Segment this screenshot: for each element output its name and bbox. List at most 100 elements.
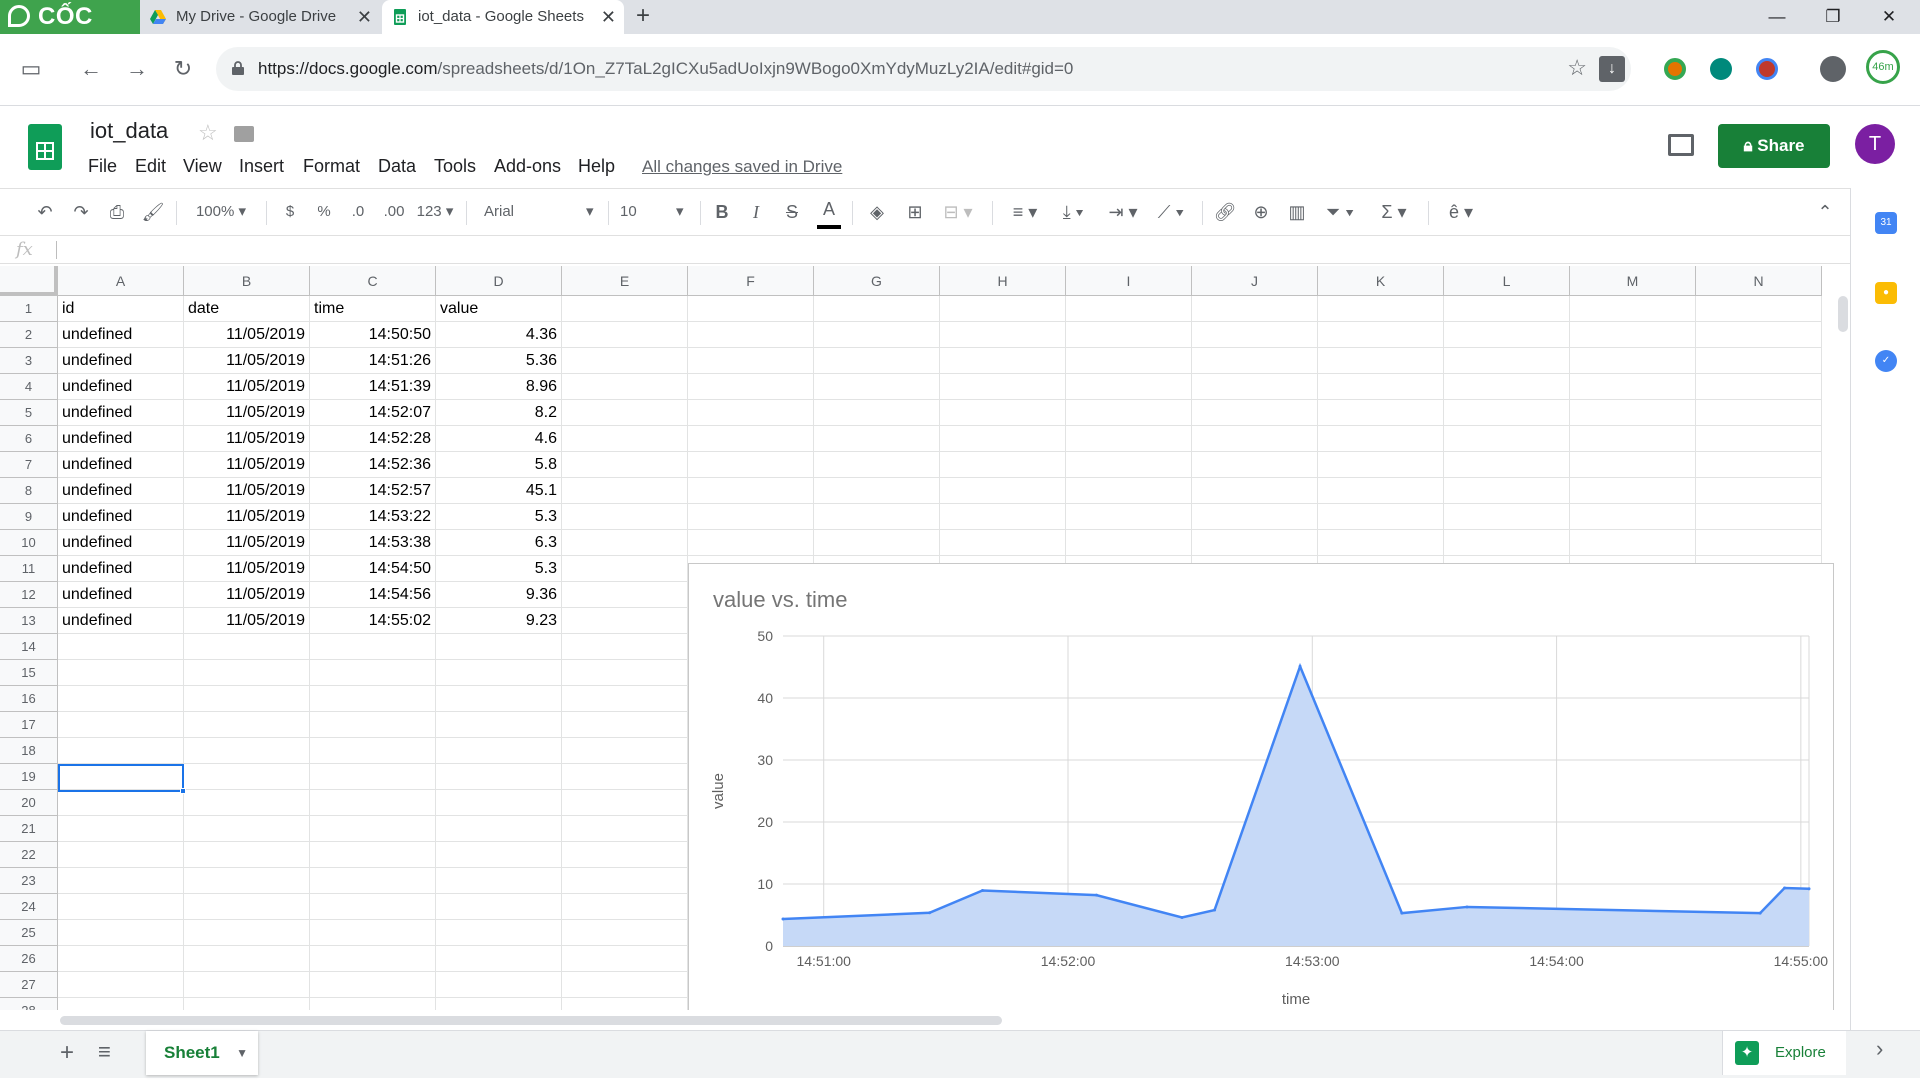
data-cell[interactable]: 8.2 (436, 400, 561, 426)
header-cell[interactable]: id (58, 296, 183, 322)
currency-format-button[interactable]: $ (278, 189, 302, 235)
font-family-select[interactable]: Arial ▾ (484, 189, 604, 235)
fill-color-icon[interactable]: ◈ (862, 189, 892, 235)
document-title[interactable]: iot_data (90, 118, 168, 144)
column-header-b[interactable]: B (184, 266, 310, 296)
data-cell[interactable]: 11/05/2019 (184, 504, 309, 530)
data-cell[interactable]: 11/05/2019 (184, 478, 309, 504)
tab-my-drive[interactable]: My Drive - Google Drive ✕ (140, 0, 380, 34)
input-tools-icon[interactable]: ê ▾ (1436, 189, 1486, 235)
sidebar-toggle-icon[interactable]: ▭ (16, 54, 46, 84)
data-cell[interactable]: undefined (58, 478, 183, 504)
menu-add-ons[interactable]: Add-ons (494, 156, 561, 177)
data-cell[interactable]: undefined (58, 348, 183, 374)
menu-file[interactable]: File (88, 156, 117, 177)
row-header[interactable]: 1 (0, 296, 58, 322)
column-header-j[interactable]: J (1192, 266, 1318, 296)
row-header[interactable]: 26 (0, 946, 58, 972)
data-cell[interactable]: undefined (58, 374, 183, 400)
redo-icon[interactable]: ↷ (66, 189, 96, 235)
row-header[interactable]: 12 (0, 582, 58, 608)
menu-data[interactable]: Data (378, 156, 416, 177)
new-tab-icon[interactable]: + (636, 0, 650, 32)
row-header[interactable]: 16 (0, 686, 58, 712)
data-cell[interactable]: 5.36 (436, 348, 561, 374)
column-header-m[interactable]: M (1570, 266, 1696, 296)
functions-icon[interactable]: Σ ▾ (1372, 189, 1416, 235)
borders-icon[interactable]: ⊞ (900, 189, 930, 235)
column-header-i[interactable]: I (1066, 266, 1192, 296)
menu-view[interactable]: View (183, 156, 222, 177)
row-header[interactable]: 18 (0, 738, 58, 764)
sheets-logo-icon[interactable] (28, 124, 62, 170)
extension-icon[interactable] (1664, 58, 1686, 80)
row-header[interactable]: 9 (0, 504, 58, 530)
data-cell[interactable]: 11/05/2019 (184, 452, 309, 478)
move-to-folder-icon[interactable] (234, 126, 254, 142)
vertical-align-icon[interactable]: ⤓ ▾ (1052, 189, 1094, 235)
row-header[interactable]: 8 (0, 478, 58, 504)
url-bar[interactable]: https://docs.google.com/spreadsheets/d/1… (216, 47, 1631, 91)
column-header-l[interactable]: L (1444, 266, 1570, 296)
row-header[interactable]: 24 (0, 894, 58, 920)
data-cell[interactable]: 4.6 (436, 426, 561, 452)
row-header[interactable]: 2 (0, 322, 58, 348)
row-header[interactable]: 14 (0, 634, 58, 660)
row-header[interactable]: 22 (0, 842, 58, 868)
insert-comment-icon[interactable]: ⊕ (1246, 189, 1276, 235)
strikethrough-icon[interactable]: S (780, 189, 804, 235)
menu-edit[interactable]: Edit (135, 156, 166, 177)
browser-brand-logo[interactable]: CỐC CỐC (0, 0, 140, 64)
timer-badge[interactable]: 46m (1866, 50, 1900, 84)
browser-profile-icon[interactable] (1820, 56, 1846, 82)
header-cell[interactable]: value (436, 296, 561, 322)
header-cell[interactable]: time (310, 296, 435, 322)
data-cell[interactable]: 14:53:22 (310, 504, 435, 530)
save-status-link[interactable]: All changes saved in Drive (642, 157, 842, 177)
fill-handle[interactable] (180, 788, 186, 794)
column-header-n[interactable]: N (1696, 266, 1822, 296)
forward-icon[interactable]: → (122, 54, 152, 84)
data-cell[interactable]: 11/05/2019 (184, 348, 309, 374)
data-cell[interactable]: 14:55:02 (310, 608, 435, 634)
data-cell[interactable]: 11/05/2019 (184, 608, 309, 634)
row-header[interactable]: 25 (0, 920, 58, 946)
data-cell[interactable]: 9.23 (436, 608, 561, 634)
data-cell[interactable]: 14:51:39 (310, 374, 435, 400)
calendar-icon[interactable]: 31 (1875, 212, 1897, 234)
menu-format[interactable]: Format (303, 156, 360, 177)
data-cell[interactable]: 14:54:56 (310, 582, 435, 608)
download-icon[interactable]: ↓ (1599, 56, 1625, 82)
row-header[interactable]: 6 (0, 426, 58, 452)
data-cell[interactable]: 9.36 (436, 582, 561, 608)
row-header[interactable]: 4 (0, 374, 58, 400)
data-cell[interactable]: 11/05/2019 (184, 582, 309, 608)
filter-icon[interactable]: ⏷ ▾ (1318, 189, 1362, 235)
share-button[interactable]: 🔒︎ Share (1718, 124, 1830, 168)
minimize-icon[interactable]: — (1752, 0, 1802, 34)
tab-iot-data[interactable]: iot_data - Google Sheets ✕ (382, 0, 624, 34)
data-cell[interactable]: undefined (58, 608, 183, 634)
select-all-corner[interactable] (0, 266, 58, 296)
data-cell[interactable]: 11/05/2019 (184, 400, 309, 426)
data-cell[interactable]: 14:50:50 (310, 322, 435, 348)
decrease-decimals-button[interactable]: .0 (344, 189, 372, 235)
maximize-icon[interactable]: ❐ (1808, 0, 1858, 34)
row-header[interactable]: 15 (0, 660, 58, 686)
bookmark-star-icon[interactable]: ☆ (1567, 57, 1587, 79)
column-header-h[interactable]: H (940, 266, 1066, 296)
row-header[interactable]: 3 (0, 348, 58, 374)
spreadsheet-grid[interactable]: ABCDEFGHIJKLMN 1 2 3 4 5 6 7 8 9 10 11 12 13 14 15 16 17… (0, 266, 1834, 1010)
column-header-g[interactable]: G (814, 266, 940, 296)
data-cell[interactable]: 14:53:38 (310, 530, 435, 556)
data-cell[interactable]: 11/05/2019 (184, 426, 309, 452)
italic-icon[interactable]: I (744, 189, 768, 235)
row-header[interactable]: 27 (0, 972, 58, 998)
data-cell[interactable]: undefined (58, 452, 183, 478)
data-cell[interactable]: 14:54:50 (310, 556, 435, 582)
menu-tools[interactable]: Tools (434, 156, 476, 177)
more-formats-select[interactable]: 123 ▾ (414, 189, 456, 235)
chevron-down-icon[interactable]: ▼ (236, 1031, 248, 1075)
all-sheets-icon[interactable]: ≡ (98, 1039, 111, 1065)
data-cell[interactable]: 11/05/2019 (184, 556, 309, 582)
